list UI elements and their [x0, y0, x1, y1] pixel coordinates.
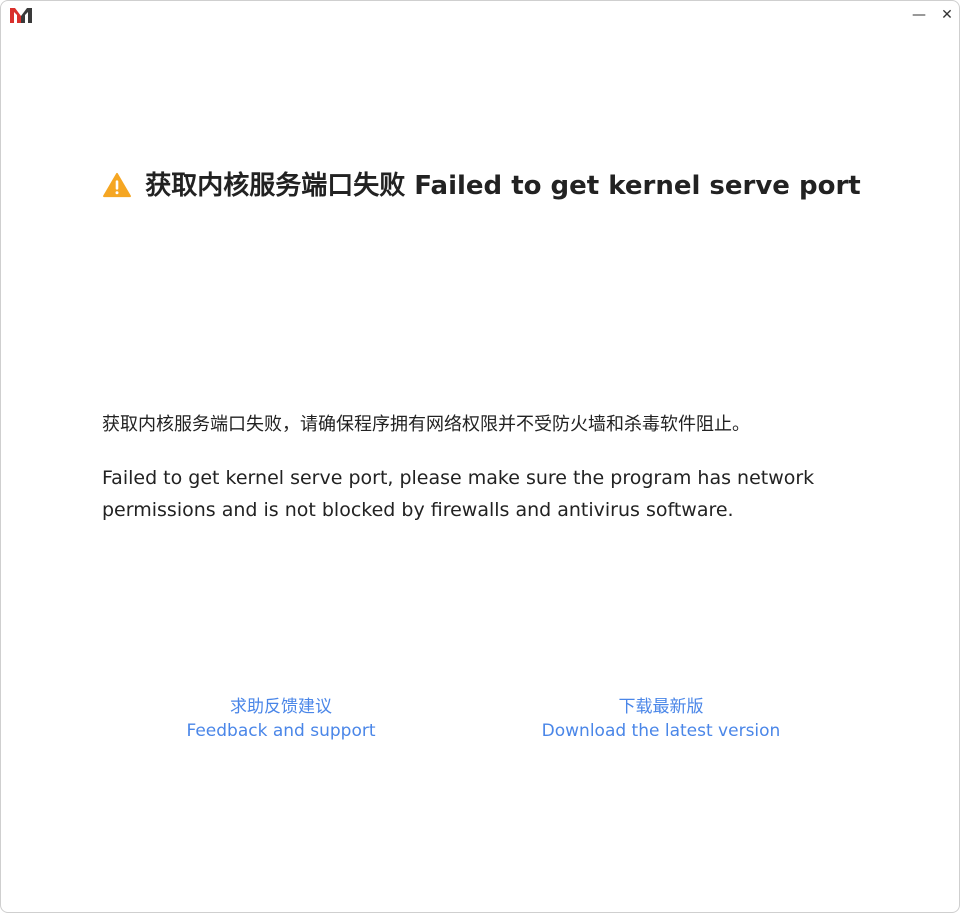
- title-bar[interactable]: — ✕: [1, 1, 959, 33]
- error-heading: 获取内核服务端口失败 Failed to get kernel serve po…: [101, 171, 861, 202]
- feedback-link-en[interactable]: Feedback and support: [171, 719, 391, 743]
- error-message-cn: 获取内核服务端口失败，请确保程序拥有网络权限并不受防火墙和杀毒软件阻止。: [102, 414, 750, 435]
- close-icon: ✕: [941, 7, 953, 23]
- minimize-button[interactable]: —: [906, 3, 932, 27]
- minimize-icon: —: [912, 7, 926, 23]
- download-latest-link[interactable]: 下载最新版 Download the latest version: [526, 695, 796, 743]
- warning-icon: [103, 172, 132, 198]
- error-title: 获取内核服务端口失败 Failed to get kernel serve po…: [145, 171, 861, 201]
- close-button[interactable]: ✕: [934, 3, 959, 27]
- feedback-support-link[interactable]: 求助反馈建议 Feedback and support: [171, 695, 391, 743]
- app-window: — ✕ 获取内核服务端口失败 Failed to get kernel serv…: [0, 0, 960, 913]
- app-logo-icon: [10, 8, 32, 23]
- feedback-link-cn[interactable]: 求助反馈建议: [171, 695, 391, 719]
- download-link-cn[interactable]: 下载最新版: [526, 695, 796, 719]
- error-message-en: Failed to get kernel serve port, please …: [102, 467, 815, 521]
- download-link-en[interactable]: Download the latest version: [526, 719, 796, 743]
